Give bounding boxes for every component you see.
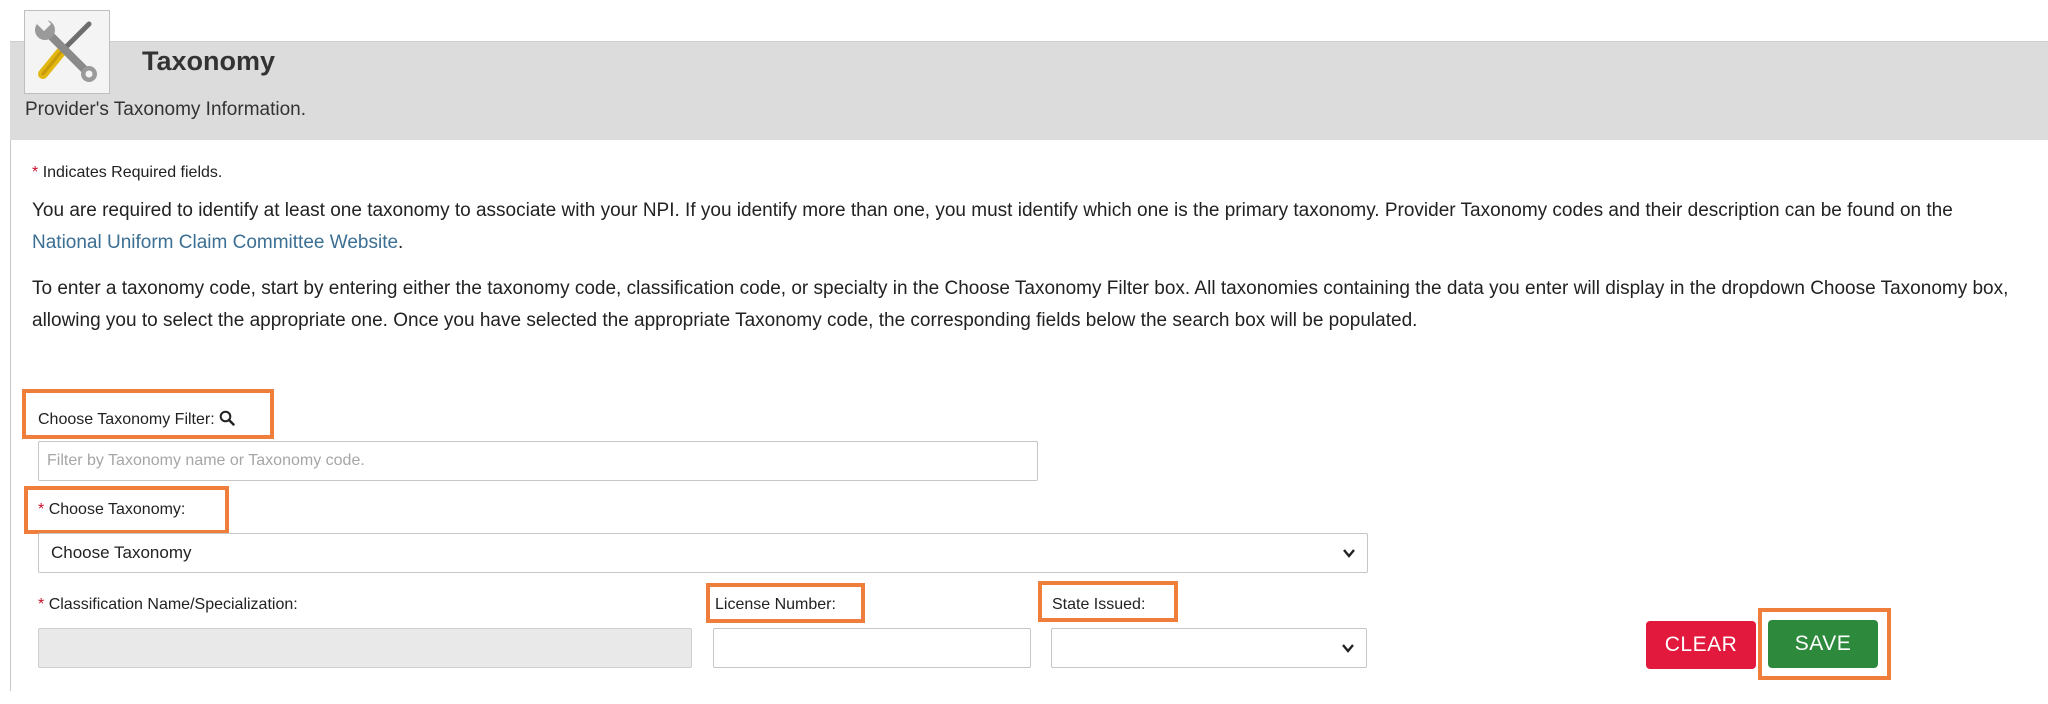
state-issued-select[interactable] [1051, 628, 1367, 668]
choose-taxonomy-select[interactable]: Choose Taxonomy [38, 533, 1368, 573]
choose-taxonomy-value: Choose Taxonomy [51, 543, 192, 562]
page-subtitle: Provider's Taxonomy Information. [25, 99, 307, 120]
classification-input [38, 628, 692, 668]
panel-header [10, 41, 2048, 140]
page-title: Taxonomy [142, 46, 276, 76]
chevron-down-icon [1342, 644, 1354, 653]
highlight-save-button [1758, 608, 1891, 680]
required-note-text: Indicates Required fields. [42, 164, 223, 181]
intro-text-1: You are required to identify at least on… [32, 200, 1953, 221]
classification-label-text: Classification Name/Specialization: [48, 596, 298, 613]
classification-label: * Classification Name/Specialization: [38, 596, 298, 614]
required-asterisk: * [32, 164, 39, 181]
taxonomy-filter-input[interactable] [38, 441, 1038, 481]
highlight-state-label [1038, 581, 1178, 622]
required-asterisk: * [38, 596, 45, 613]
intro-text-1-end: . [398, 232, 404, 253]
highlight-license-label [706, 583, 865, 623]
license-number-input[interactable] [713, 628, 1031, 668]
chevron-down-icon [1343, 549, 1355, 558]
highlight-filter-label [22, 389, 274, 439]
intro-paragraph-2: To enter a taxonomy code, start by enter… [32, 278, 2009, 331]
tools-icon [35, 16, 97, 82]
nucc-website-link[interactable]: National Uniform Claim Committee Website [32, 232, 398, 253]
required-fields-note: * Indicates Required fields. [32, 164, 222, 182]
intro-paragraph-1: You are required to identify at least on… [32, 195, 2027, 259]
clear-button[interactable]: CLEAR [1646, 621, 1756, 669]
taxonomy-logo [24, 10, 110, 94]
highlight-taxonomy-label [24, 486, 229, 534]
